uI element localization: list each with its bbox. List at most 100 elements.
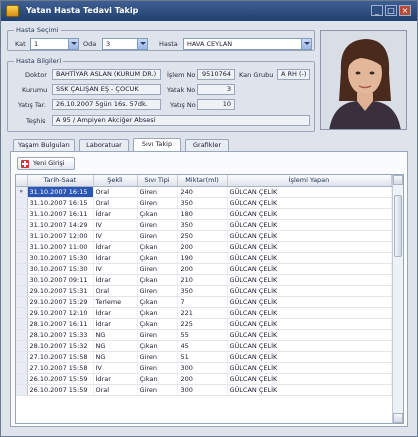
cell-datetime[interactable]: 29.10.2007 15:31 xyxy=(27,285,94,297)
cell-fluid-type[interactable]: Çıkan xyxy=(137,252,178,264)
row-indicator[interactable] xyxy=(16,197,28,209)
cell-fluid-type[interactable]: Giren xyxy=(137,186,178,198)
table-row[interactable]: 29.10.2007 12:10 İdrar Çıkan 221 GÜLCAN ÇELİ… xyxy=(16,307,392,319)
cell-datetime[interactable]: 28.10.2007 15:33 xyxy=(27,329,94,341)
cell-fluid-type[interactable]: Çıkan xyxy=(137,318,178,330)
cell-performed-by[interactable]: GÜLCAN ÇELİK xyxy=(227,351,392,363)
close-button[interactable]: × xyxy=(399,5,411,16)
cell-method[interactable]: IV xyxy=(93,263,138,275)
cell-fluid-type[interactable]: Çıkan xyxy=(137,296,178,308)
cell-fluid-type[interactable]: Giren xyxy=(137,230,178,242)
cell-fluid-type[interactable]: Giren xyxy=(137,285,178,297)
hasta-select[interactable]: HAVA CEYLAN xyxy=(183,38,312,50)
cell-datetime[interactable]: 31.10.2007 16:11 xyxy=(27,208,94,220)
row-indicator[interactable] xyxy=(16,252,28,264)
tab-laboratuar[interactable]: Laboratuar xyxy=(79,139,129,151)
column-header[interactable]: Tarih-Saat xyxy=(27,175,94,187)
cell-datetime[interactable]: 29.10.2007 12:10 xyxy=(27,307,94,319)
row-indicator[interactable] xyxy=(16,274,28,286)
table-row[interactable]: 29.10.2007 15:29 Terleme Çıkan 7 GÜLCAN ÇELİ… xyxy=(16,296,392,308)
row-indicator[interactable] xyxy=(16,362,28,374)
row-indicator[interactable] xyxy=(16,230,28,242)
cell-fluid-type[interactable]: Giren xyxy=(137,329,178,341)
cell-amount[interactable]: 210 xyxy=(177,274,228,286)
title-bar[interactable]: Yatan Hasta Tedavi Takip _ □ × xyxy=(1,1,417,21)
column-header[interactable]: Sıvı Tipi xyxy=(137,175,178,187)
cell-performed-by[interactable]: GÜLCAN ÇELİK xyxy=(227,329,392,341)
cell-method[interactable]: İdrar xyxy=(93,252,138,264)
cell-performed-by[interactable]: GÜLCAN ÇELİK xyxy=(227,274,392,286)
column-header[interactable]: Miktar(ml) xyxy=(177,175,228,187)
cell-datetime[interactable]: 31.10.2007 14:29 xyxy=(27,219,94,231)
cell-amount[interactable]: 300 xyxy=(177,362,228,374)
cell-fluid-type[interactable]: Çıkan xyxy=(137,274,178,286)
cell-amount[interactable]: 250 xyxy=(177,230,228,242)
cell-fluid-type[interactable]: Giren xyxy=(137,197,178,209)
cell-amount[interactable]: 7 xyxy=(177,296,228,308)
cell-fluid-type[interactable]: Çıkan xyxy=(137,340,178,352)
vertical-scrollbar[interactable] xyxy=(392,175,403,423)
cell-fluid-type[interactable]: Giren xyxy=(137,219,178,231)
kat-select[interactable]: 1 xyxy=(30,38,79,50)
cell-datetime[interactable]: 28.10.2007 15:32 xyxy=(27,340,94,352)
cell-amount[interactable]: 350 xyxy=(177,219,228,231)
cell-amount[interactable]: 180 xyxy=(177,208,228,220)
cell-method[interactable]: NG xyxy=(93,351,138,363)
cell-method[interactable]: İdrar xyxy=(93,318,138,330)
cell-datetime[interactable]: 31.10.2007 16:15 xyxy=(27,197,94,209)
cell-datetime[interactable]: 30.10.2007 15:30 xyxy=(27,263,94,275)
chevron-down-icon[interactable] xyxy=(137,39,147,49)
column-header[interactable]: İşlemi Yapan xyxy=(227,175,392,187)
cell-datetime[interactable]: 30.10.2007 09:11 xyxy=(27,274,94,286)
cell-performed-by[interactable]: GÜLCAN ÇELİK xyxy=(227,384,392,396)
row-indicator[interactable] xyxy=(16,285,28,297)
row-indicator[interactable] xyxy=(16,307,28,319)
cell-method[interactable]: IV xyxy=(93,230,138,242)
oda-select[interactable]: 3 xyxy=(102,38,148,50)
cell-fluid-type[interactable]: Çıkan xyxy=(137,307,178,319)
cell-datetime[interactable]: 27.10.2007 15:58 xyxy=(27,362,94,374)
cell-performed-by[interactable]: GÜLCAN ÇELİK xyxy=(227,362,392,374)
cell-method[interactable]: Terleme xyxy=(93,296,138,308)
table-row[interactable]: 26.10.2007 15:59 Oral Giren 300 GÜLCAN ÇELİK xyxy=(16,384,392,396)
cell-performed-by[interactable]: GÜLCAN ÇELİK xyxy=(227,318,392,330)
cell-performed-by[interactable]: GÜLCAN ÇELİK xyxy=(227,186,392,198)
cell-method[interactable]: Oral xyxy=(93,197,138,209)
row-indicator[interactable] xyxy=(16,296,28,308)
table-row[interactable]: 28.10.2007 15:32 NG Çıkan 45 GÜLCAN ÇELİK xyxy=(16,340,392,352)
table-row[interactable]: 31.10.2007 12:00 IV Giren 250 GÜLCAN ÇELİK xyxy=(16,230,392,242)
row-indicator[interactable] xyxy=(16,318,28,330)
scroll-thumb[interactable] xyxy=(394,195,402,257)
row-indicator[interactable] xyxy=(16,384,28,396)
row-indicator[interactable] xyxy=(16,340,28,352)
cell-datetime[interactable]: 31.10.2007 12:00 xyxy=(27,230,94,242)
cell-performed-by[interactable]: GÜLCAN ÇELİK xyxy=(227,230,392,242)
cell-datetime[interactable]: 31.10.2007 11:00 xyxy=(27,241,94,253)
cell-amount[interactable]: 350 xyxy=(177,197,228,209)
cell-amount[interactable]: 200 xyxy=(177,241,228,253)
cell-datetime[interactable]: 27.10.2007 15:58 xyxy=(27,351,94,363)
table-row[interactable]: 31.10.2007 16:15 Oral Giren 350 GÜLCAN ÇELİK xyxy=(16,197,392,209)
tab-grafikler[interactable]: Grafikler xyxy=(185,139,229,151)
cell-fluid-type[interactable]: Giren xyxy=(137,351,178,363)
cell-datetime[interactable]: 26.10.2007 15:59 xyxy=(27,384,94,396)
cell-datetime[interactable]: 28.10.2007 16:11 xyxy=(27,318,94,330)
cell-performed-by[interactable]: GÜLCAN ÇELİK xyxy=(227,340,392,352)
cell-method[interactable]: İdrar xyxy=(93,274,138,286)
scroll-up-icon[interactable] xyxy=(393,175,403,185)
table-row[interactable]: 31.10.2007 14:29 IV Giren 350 GÜLCAN ÇELİK xyxy=(16,219,392,231)
tab-sivi-takip[interactable]: Sıvı Takip xyxy=(133,138,181,151)
cell-amount[interactable]: 300 xyxy=(177,384,228,396)
cell-amount[interactable]: 190 xyxy=(177,252,228,264)
table-row[interactable]: 28.10.2007 15:33 NG Giren 55 GÜLCAN ÇELİK xyxy=(16,329,392,341)
minimize-button[interactable]: _ xyxy=(371,5,383,16)
cell-fluid-type[interactable]: Çıkan xyxy=(137,373,178,385)
cell-fluid-type[interactable]: Çıkan xyxy=(137,241,178,253)
row-indicator[interactable] xyxy=(16,219,28,231)
fluid-grid[interactable]: Tarih-Saat Şekli Sıvı Tipi Miktar(ml) İş… xyxy=(15,174,404,424)
cell-fluid-type[interactable]: Giren xyxy=(137,362,178,374)
cell-performed-by[interactable]: GÜLCAN ÇELİK xyxy=(227,307,392,319)
table-row[interactable]: 30.10.2007 15:30 İdrar Çıkan 190 GÜLCAN ÇELİ… xyxy=(16,252,392,264)
table-row[interactable]: » 31.10.2007 16:15 Oral Giren 240 GÜLCAN ÇELİ… xyxy=(16,186,392,198)
scroll-down-icon[interactable] xyxy=(393,413,403,423)
